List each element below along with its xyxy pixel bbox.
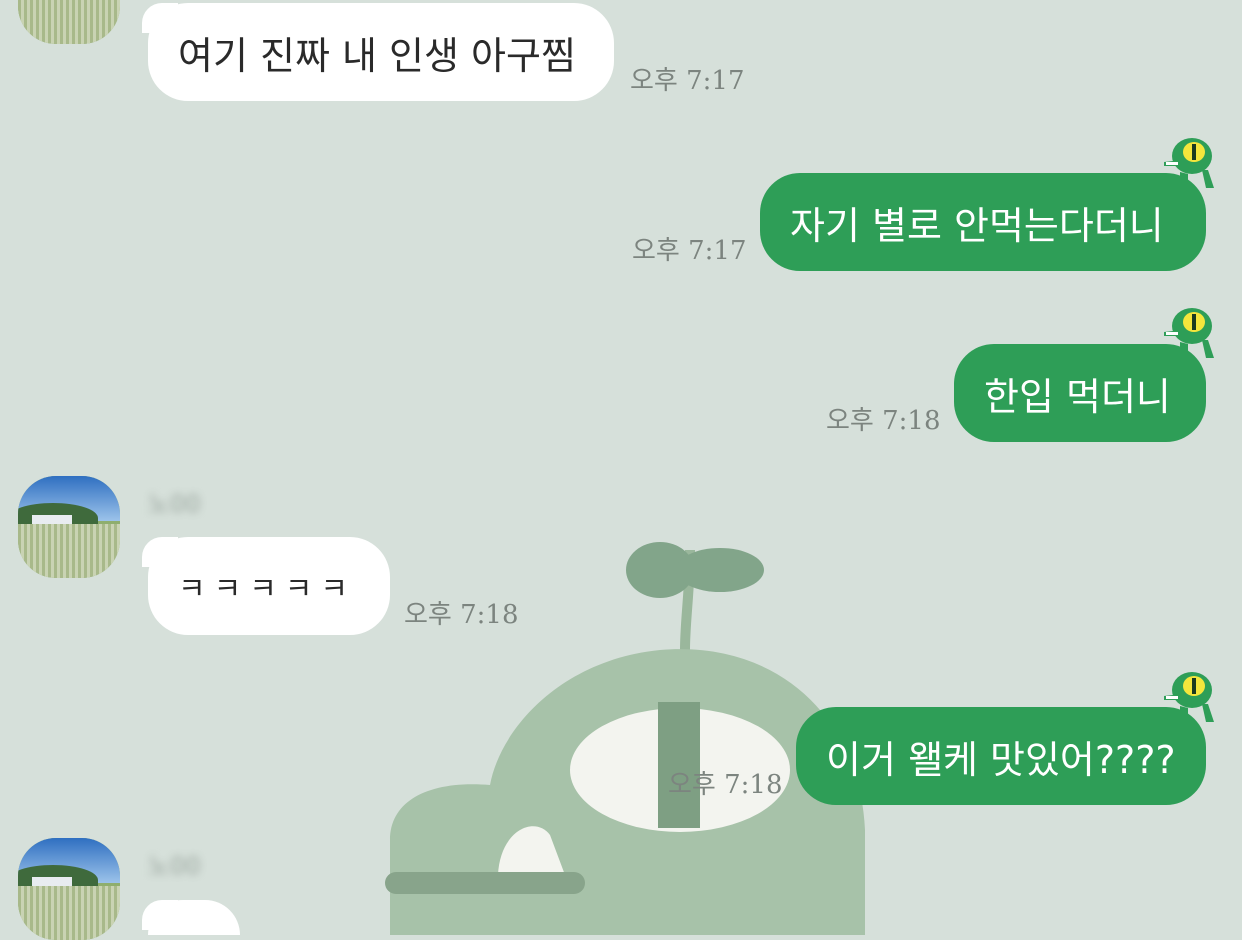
message-time: 오후 7:18 (668, 770, 783, 800)
message-time: 오후 7:18 (826, 406, 941, 436)
message-time: 오후 7:17 (630, 66, 745, 96)
frog-sticker-icon (1164, 138, 1214, 188)
message-text: 여기 진짜 내 인생 아구찜 (178, 33, 576, 78)
message-text: 자기 별로 안먹는다더니 (790, 203, 1164, 248)
message-bubble-incoming[interactable]: 여기 진짜 내 인생 아구찜 (142, 3, 614, 101)
message-bubble-incoming[interactable] (142, 900, 240, 935)
message-text: 한입 먹더니 (984, 374, 1171, 419)
message-bubble-outgoing[interactable]: 이거 왤케 맛있어???? (796, 707, 1206, 805)
avatar[interactable] (18, 0, 120, 44)
avatar[interactable] (18, 476, 120, 578)
message-bubble-incoming[interactable]: ㅋㅋㅋㅋㅋ (142, 537, 390, 635)
message-time: 오후 7:17 (632, 236, 747, 266)
frog-sticker-icon (1164, 308, 1214, 358)
message-text: ㅋㅋㅋㅋㅋ (178, 572, 356, 607)
sender-name: 노00 (148, 852, 201, 880)
message-time: 오후 7:18 (404, 600, 519, 630)
sender-name: 노00 (148, 490, 201, 518)
message-text: 이거 왤케 맛있어???? (826, 737, 1176, 782)
avatar[interactable] (18, 838, 120, 940)
frog-sticker-icon (1164, 672, 1214, 722)
message-bubble-outgoing[interactable]: 자기 별로 안먹는다더니 (760, 173, 1206, 271)
